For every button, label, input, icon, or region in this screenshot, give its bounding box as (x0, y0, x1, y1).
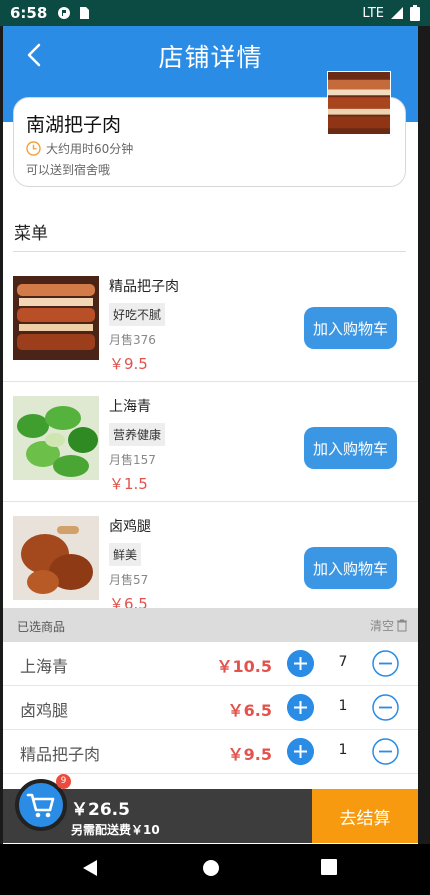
cart-item-name: 卤鸡腿 (20, 701, 69, 720)
status-bar: 6:58 LTE (0, 0, 430, 26)
cart-item-price: ￥9.5 (227, 745, 272, 764)
cart-item-qty: 1 (338, 698, 348, 714)
food-price: ￥1.5 (109, 475, 148, 493)
shop-time-estimate: 大约用时60分钟 (26, 140, 133, 157)
cart-header-label: 已选商品 (17, 620, 66, 634)
food-name: 卤鸡腿 (109, 519, 151, 535)
minus-icon[interactable] (372, 738, 399, 765)
plus-icon[interactable] (287, 738, 314, 765)
cart-item-qty: 1 (338, 742, 348, 758)
system-nav-bar (0, 844, 430, 895)
food-name: 上海青 (109, 399, 151, 415)
minus-icon[interactable] (372, 650, 399, 677)
nav-back-icon[interactable] (82, 859, 98, 877)
add-to-cart-button[interactable]: 加入购物车 (304, 547, 397, 589)
menu-title: 菜单 (14, 224, 48, 244)
food-item: 上海青 营养健康 月售157 ￥1.5 加入购物车 (3, 382, 418, 502)
food-item: 精品把子肉 好吃不腻 月售376 ￥9.5 加入购物车 (3, 262, 418, 382)
add-to-cart-button[interactable]: 加入购物车 (304, 307, 397, 349)
plus-icon[interactable] (287, 694, 314, 721)
frame-right (418, 26, 430, 844)
food-price: ￥6.5 (109, 595, 148, 608)
nav-recents-icon[interactable] (321, 859, 337, 875)
shop-note: 可以送到宿舍哦 (26, 163, 111, 177)
status-time: 6:58 (10, 4, 48, 22)
food-sales: 月售376 (109, 333, 156, 347)
food-image-bok-choy (13, 396, 99, 480)
clock-icon (26, 141, 41, 156)
food-image-pork-belly (13, 276, 99, 360)
checkout-button[interactable]: 去结算 (312, 789, 418, 843)
signal-icon (391, 7, 403, 19)
food-price: ￥9.5 (109, 355, 148, 373)
nav-home-icon[interactable] (202, 859, 220, 877)
cart-item-name: 上海青 (20, 657, 69, 676)
cart-header: 已选商品 清空 (3, 608, 418, 642)
food-list[interactable]: 精品把子肉 好吃不腻 月售376 ￥9.5 加入购物车 上海青 营养健康 月售1… (3, 262, 418, 608)
food-sales: 月售57 (109, 573, 149, 587)
clear-cart-button[interactable]: 清空 (370, 617, 408, 634)
delivery-fee: 另需配送费￥10 (71, 823, 160, 837)
cart-row: 精品把子肉 ￥9.5 1 (3, 730, 418, 774)
battery-icon (410, 5, 420, 21)
cart-total: ￥26.5 (71, 800, 130, 820)
shop-name: 南湖把子肉 (26, 114, 122, 136)
app-notification-icon (58, 7, 71, 19)
clear-cart-label: 清空 (369, 619, 394, 633)
food-name: 精品把子肉 (109, 279, 179, 295)
cart-item-qty: 7 (338, 654, 348, 670)
plus-icon[interactable] (287, 650, 314, 677)
food-tag: 好吃不腻 (109, 303, 166, 326)
menu-divider (13, 251, 406, 252)
network-label: LTE (362, 5, 384, 21)
time-estimate-label: 大约用时60分钟 (46, 142, 134, 156)
page-title: 店铺详情 (158, 43, 263, 72)
cart-row: 卤鸡腿 ￥6.5 1 (3, 686, 418, 730)
cart-row: 上海青 ￥10.5 7 (3, 642, 418, 686)
cart-item-price: ￥6.5 (227, 701, 272, 720)
cart-list: 上海青 ￥10.5 7 卤鸡腿 ￥6.5 1 精品把子肉 ￥9.5 1 (3, 642, 418, 774)
cart-count-badge: 9 (56, 774, 71, 789)
food-tag: 鲜美 (109, 543, 142, 566)
sd-card-icon (80, 7, 90, 19)
food-sales: 月售157 (109, 453, 156, 467)
add-to-cart-button[interactable]: 加入购物车 (304, 427, 397, 469)
food-image-chicken-leg (13, 516, 99, 600)
minus-icon[interactable] (372, 694, 399, 721)
cart-item-name: 精品把子肉 (20, 745, 101, 764)
trash-icon (397, 619, 407, 632)
cart-item-price: ￥10.5 (216, 657, 272, 676)
cart-icon (26, 793, 55, 818)
shop-image (327, 71, 391, 135)
food-item: 卤鸡腿 鲜美 月售57 ￥6.5 加入购物车 (3, 502, 418, 608)
food-tag: 营养健康 (109, 423, 166, 446)
